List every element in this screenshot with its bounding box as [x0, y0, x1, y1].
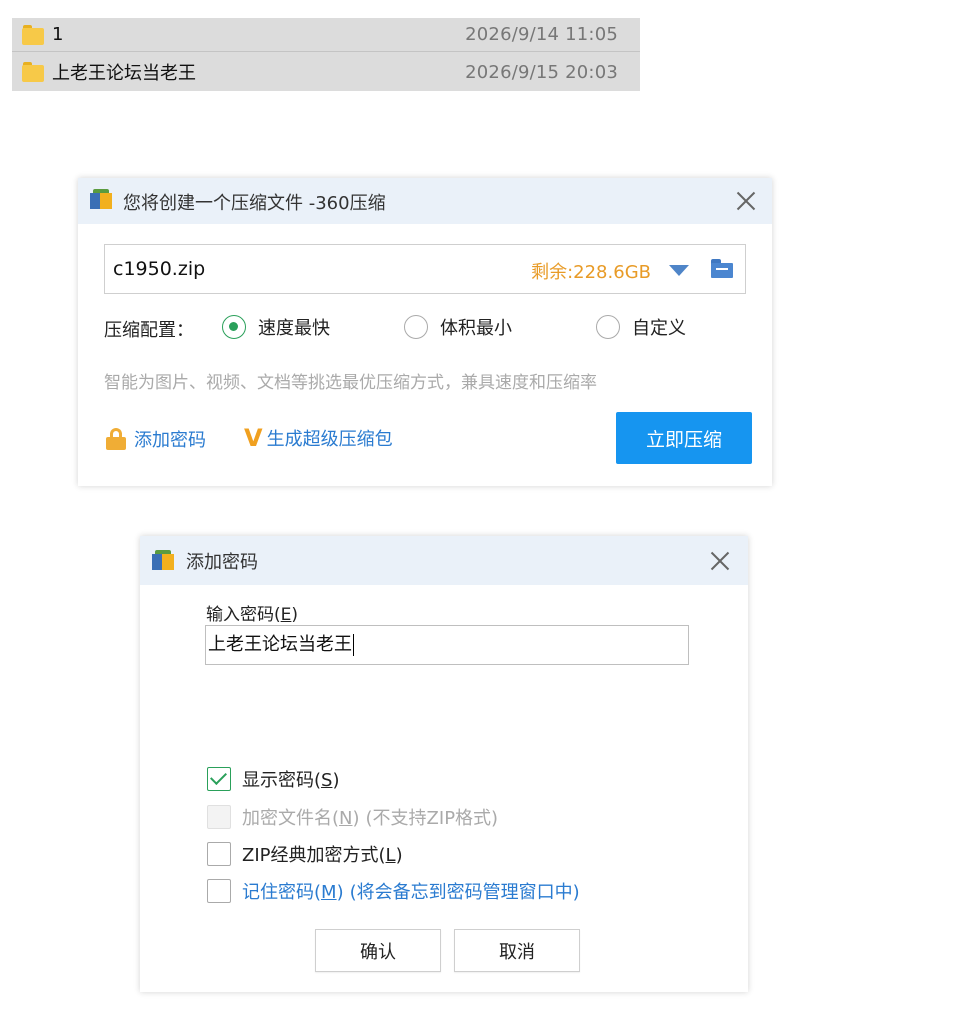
dropdown-icon[interactable]: [669, 265, 689, 276]
super-pack-link[interactable]: V 生成超级压缩包: [244, 424, 393, 452]
archive-path-text[interactable]: c1950.zip: [113, 258, 205, 280]
encrypt-filenames-label: 加密文件名(N): [242, 808, 360, 829]
file-date: 2026/9/15 20:03: [465, 61, 618, 83]
remaining-space: 剩余:228.6GB: [531, 262, 651, 283]
browse-folder-icon[interactable]: [711, 259, 733, 278]
file-row[interactable]: 1 2026/9/14 11:05: [12, 18, 640, 52]
show-password-label: 显示密码(S): [242, 770, 340, 791]
radio-label: 自定义: [632, 318, 686, 339]
remember-password-label: 记住密码(M): [242, 882, 344, 903]
compress-dialog: 您将创建一个压缩文件 -360压缩 c1950.zip 剩余:228.6GB 压…: [78, 178, 772, 486]
cancel-button[interactable]: 取消: [454, 929, 580, 972]
password-title: 添加密码: [186, 552, 258, 573]
zip-classic-label: ZIP经典加密方式(L): [242, 845, 403, 866]
checkbox-box: [207, 805, 231, 829]
folder-icon: [22, 25, 44, 45]
radio-smallest[interactable]: 体积最小: [404, 314, 512, 340]
compress-title: 您将创建一个压缩文件 -360压缩: [123, 193, 386, 214]
encrypt-filenames-note: (不支持ZIP格式): [365, 808, 499, 829]
radio-label: 体积最小: [440, 318, 512, 339]
add-password-link[interactable]: 添加密码: [106, 426, 206, 452]
checkbox-box[interactable]: [207, 879, 231, 903]
app-icon: [90, 189, 112, 209]
check-icon[interactable]: [207, 767, 231, 791]
zip-classic-checkbox[interactable]: ZIP经典加密方式(L): [207, 841, 403, 867]
file-name: 上老王论坛当老王: [52, 63, 196, 84]
add-password-label: 添加密码: [134, 430, 206, 451]
radio-custom[interactable]: 自定义: [596, 314, 686, 340]
close-icon[interactable]: [734, 189, 758, 213]
v-icon: V: [244, 424, 263, 452]
compress-hint: 智能为图片、视频、文档等挑选最优压缩方式，兼具速度和压缩率: [104, 373, 597, 393]
ok-button[interactable]: 确认: [315, 929, 441, 972]
remember-password-note: (将会备忘到密码管理窗口中): [349, 882, 580, 903]
show-password-checkbox[interactable]: 显示密码(S): [207, 766, 340, 792]
password-dialog: 添加密码 输入密码(E) 上老王论坛当老王 显示密码(S) 加密文件名(N) (…: [140, 536, 748, 992]
radio-circle[interactable]: [404, 315, 428, 339]
checkbox-box[interactable]: [207, 842, 231, 866]
file-row[interactable]: 上老王论坛当老王 2026/9/15 20:03: [12, 55, 640, 89]
close-icon[interactable]: [708, 549, 732, 573]
file-date: 2026/9/14 11:05: [465, 24, 618, 45]
radio-fastest[interactable]: 速度最快: [222, 314, 330, 340]
password-value: 上老王论坛当老王: [208, 634, 352, 655]
app-icon: [152, 550, 174, 570]
config-label: 压缩配置：: [104, 320, 194, 341]
archive-path-input[interactable]: c1950.zip 剩余:228.6GB: [104, 244, 746, 294]
encrypt-filenames-checkbox: 加密文件名(N) (不支持ZIP格式): [207, 804, 498, 830]
password-field-label: 输入密码(E): [206, 605, 299, 625]
password-titlebar: 添加密码: [140, 536, 748, 585]
password-input[interactable]: 上老王论坛当老王: [205, 625, 689, 665]
remember-password-checkbox[interactable]: 记住密码(M) (将会备忘到密码管理窗口中): [207, 878, 580, 904]
radio-circle[interactable]: [222, 315, 246, 339]
radio-circle[interactable]: [596, 315, 620, 339]
file-list: 1 2026/9/14 11:05 上老王论坛当老王 2026/9/15 20:…: [12, 18, 640, 91]
file-name: 1: [52, 24, 64, 45]
text-caret: [353, 634, 354, 656]
compress-titlebar: 您将创建一个压缩文件 -360压缩: [78, 178, 772, 224]
folder-icon: [22, 62, 44, 82]
lock-icon: [106, 428, 126, 450]
radio-label: 速度最快: [258, 318, 330, 339]
compress-now-button[interactable]: 立即压缩: [616, 412, 752, 464]
super-pack-label: 生成超级压缩包: [266, 429, 393, 450]
